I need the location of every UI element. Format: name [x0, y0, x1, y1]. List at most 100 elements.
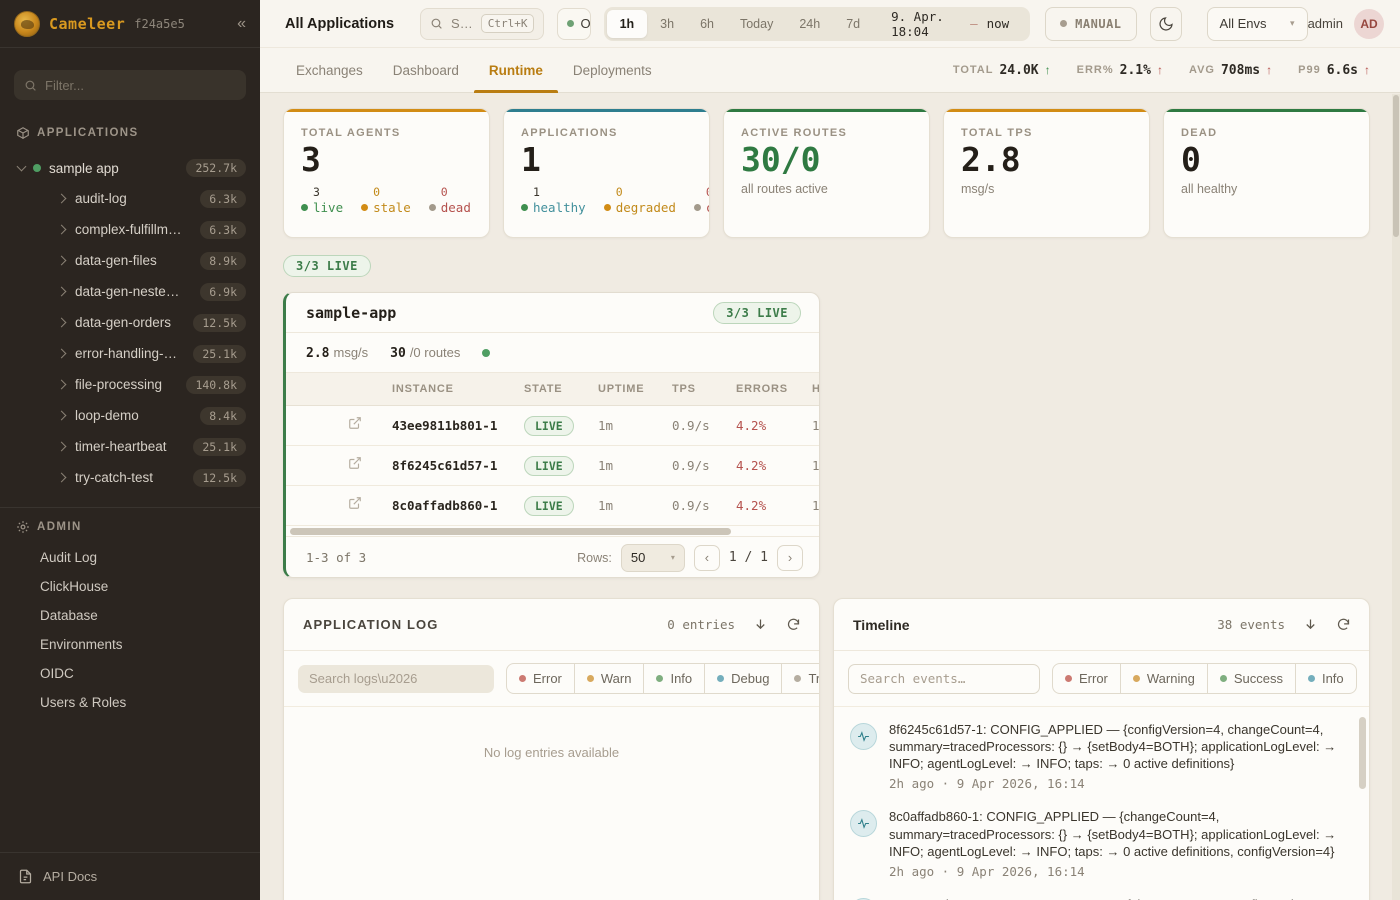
filter-chip-info[interactable]: Info — [643, 663, 705, 694]
tree-item-label: data-gen-files — [75, 253, 157, 268]
scrollbar-thumb[interactable] — [1393, 95, 1399, 237]
tab-deployments[interactable]: Deployments — [558, 48, 667, 92]
global-search-button[interactable]: S… Ctrl+K — [420, 8, 544, 40]
sidebar-item-clickhouse[interactable]: ClickHouse — [0, 572, 260, 601]
sidebar-item-data-gen-nested[interactable]: data-gen-neste… 6.9k — [0, 276, 260, 307]
healthy-dot — [521, 204, 528, 211]
chevron-right-icon[interactable] — [57, 287, 67, 297]
chevron-right-icon[interactable] — [57, 225, 67, 235]
search-icon — [430, 17, 443, 30]
sidebar-item-file-processing[interactable]: file-processing 140.8k — [0, 369, 260, 400]
page-title: All Applications — [285, 16, 394, 32]
environment-select[interactable]: All Envs ▾ — [1207, 7, 1308, 41]
chevron-right-icon[interactable] — [57, 318, 67, 328]
sidebar-item-timer-heartbeat[interactable]: timer-heartbeat 25.1k — [0, 431, 260, 462]
filter-chip-info[interactable]: Info — [1295, 663, 1357, 694]
tab-dashboard[interactable]: Dashboard — [378, 48, 474, 92]
theme-toggle-button[interactable] — [1150, 7, 1182, 41]
external-link-icon[interactable] — [348, 456, 362, 470]
live-summary-row: 3/3 LIVE — [283, 255, 1378, 277]
next-page-button[interactable]: › — [777, 545, 803, 571]
sidebar-filter[interactable] — [14, 70, 246, 100]
timeline-event[interactable]: 8c0affadb860-1: CONFIG_APPLIED — {change… — [850, 808, 1347, 878]
timeline-scrollbar-thumb[interactable] — [1359, 717, 1366, 789]
chevron-right-icon[interactable] — [57, 442, 67, 452]
sidebar-item-oidc[interactable]: OIDC — [0, 659, 260, 688]
trend-up-icon: ↑ — [1045, 63, 1051, 77]
sidebar-collapse-icon[interactable]: « — [237, 16, 246, 32]
sidebar-item-error-handling[interactable]: error-handling-… 25.1k — [0, 338, 260, 369]
sidebar-item-try-catch-test[interactable]: try-catch-test 12.5k — [0, 462, 260, 493]
timeline-search-input[interactable] — [848, 664, 1040, 694]
sidebar-item-complex-fulfillment[interactable]: complex-fulfillm… 6.3k — [0, 214, 260, 245]
log-search-input[interactable] — [298, 665, 494, 693]
scrollbar-thumb[interactable] — [290, 528, 731, 535]
chevron-right-icon[interactable] — [57, 473, 67, 483]
chevron-right-icon[interactable] — [57, 349, 67, 359]
prev-page-button[interactable]: ‹ — [694, 545, 720, 571]
connection-status-button[interactable]: O — [557, 8, 590, 40]
chevron-right-icon[interactable] — [57, 411, 67, 421]
timeline-event[interactable]: 43ee9811b801-1: CONFIG_APPLIED — {change… — [850, 896, 1347, 900]
tab-exchanges[interactable]: Exchanges — [281, 48, 378, 92]
manual-refresh-toggle[interactable]: MANUAL — [1045, 7, 1136, 41]
sidebar-item-data-gen-files[interactable]: data-gen-files 8.9k — [0, 245, 260, 276]
avatar[interactable]: AD — [1354, 9, 1384, 39]
sidebar-item-audit-log-admin[interactable]: Audit Log — [0, 543, 260, 572]
page-scrollbar[interactable] — [1392, 94, 1400, 900]
sidebar-filter-input[interactable] — [45, 78, 236, 93]
sidebar-item-database[interactable]: Database — [0, 601, 260, 630]
filter-chip-error[interactable]: Error — [1052, 663, 1121, 694]
filter-chip-success[interactable]: Success — [1207, 663, 1296, 694]
applications-header-label: APPLICATIONS — [37, 127, 139, 139]
sidebar-item-data-gen-orders[interactable]: data-gen-orders 12.5k — [0, 307, 260, 338]
time-range-1h[interactable]: 1h — [607, 10, 648, 38]
tab-runtime[interactable]: Runtime — [474, 48, 558, 92]
sidebar-divider — [0, 507, 260, 508]
chevron-right-icon[interactable] — [57, 256, 67, 266]
sidebar-item-users-roles[interactable]: Users & Roles — [0, 688, 260, 717]
tree-item-label: data-gen-neste… — [75, 284, 179, 299]
filter-chip-warn[interactable]: Warn — [574, 663, 645, 694]
log-level-filters: Error Warn Info Debug Trace — [506, 663, 820, 694]
time-range-6h[interactable]: 6h — [687, 10, 727, 38]
card-value: 0 — [1181, 142, 1352, 178]
chevron-down-icon[interactable] — [17, 162, 27, 172]
sidebar-item-sample-app[interactable]: sample app 252.7k — [0, 153, 260, 183]
filter-chip-trace[interactable]: Trace — [781, 663, 820, 694]
chevron-right-icon[interactable] — [57, 380, 67, 390]
date-range-display[interactable]: 9. Apr. 18:04 – now — [873, 9, 1027, 39]
filter-chip-warning[interactable]: Warning — [1120, 663, 1208, 694]
admin-item-label: Audit Log — [40, 550, 97, 565]
sidebar-item-loop-demo[interactable]: loop-demo 8.4k — [0, 400, 260, 431]
download-icon[interactable] — [753, 617, 768, 632]
horizontal-scrollbar[interactable] — [286, 526, 819, 536]
main-area: All Applications S… Ctrl+K O 1h 3h 6h To… — [260, 0, 1400, 900]
sidebar-item-audit-log[interactable]: audit-log 6.3k — [0, 183, 260, 214]
time-range-today[interactable]: Today — [727, 10, 786, 38]
sidebar-item-environments[interactable]: Environments — [0, 630, 260, 659]
refresh-icon[interactable] — [1336, 617, 1351, 632]
time-range-3h[interactable]: 3h — [647, 10, 687, 38]
debug-dot — [717, 675, 724, 682]
table-row[interactable]: 43ee9811b801-1 LIVE 1m 0.9/s 4.2% 1 — [286, 406, 819, 446]
live-badge[interactable]: 3/3 LIVE — [283, 255, 371, 277]
trend-up-icon: ↑ — [1364, 63, 1370, 77]
timeline-event[interactable]: 8f6245c61d57-1: CONFIG_APPLIED — {config… — [850, 721, 1347, 791]
chevron-right-icon[interactable] — [57, 194, 67, 204]
download-icon[interactable] — [1303, 617, 1318, 632]
log-panel-title: APPLICATION LOG — [303, 617, 438, 632]
filter-chip-error[interactable]: Error — [506, 663, 575, 694]
external-link-icon[interactable] — [348, 496, 362, 510]
time-range-7d[interactable]: 7d — [833, 10, 873, 38]
pagination-range: 1-3 of 3 — [306, 550, 366, 565]
card-label: APPLICATIONS — [521, 127, 692, 139]
rows-per-page-select[interactable]: 50 ▾ — [621, 544, 685, 572]
table-row[interactable]: 8f6245c61d57-1 LIVE 1m 0.9/s 4.2% 1 — [286, 446, 819, 486]
refresh-icon[interactable] — [786, 617, 801, 632]
table-row[interactable]: 8c0affadb860-1 LIVE 1m 0.9/s 4.2% 1 — [286, 486, 819, 526]
external-link-icon[interactable] — [348, 416, 362, 430]
time-range-24h[interactable]: 24h — [786, 10, 833, 38]
filter-chip-debug[interactable]: Debug — [704, 663, 782, 694]
sidebar-item-api-docs[interactable]: API Docs — [0, 852, 260, 900]
